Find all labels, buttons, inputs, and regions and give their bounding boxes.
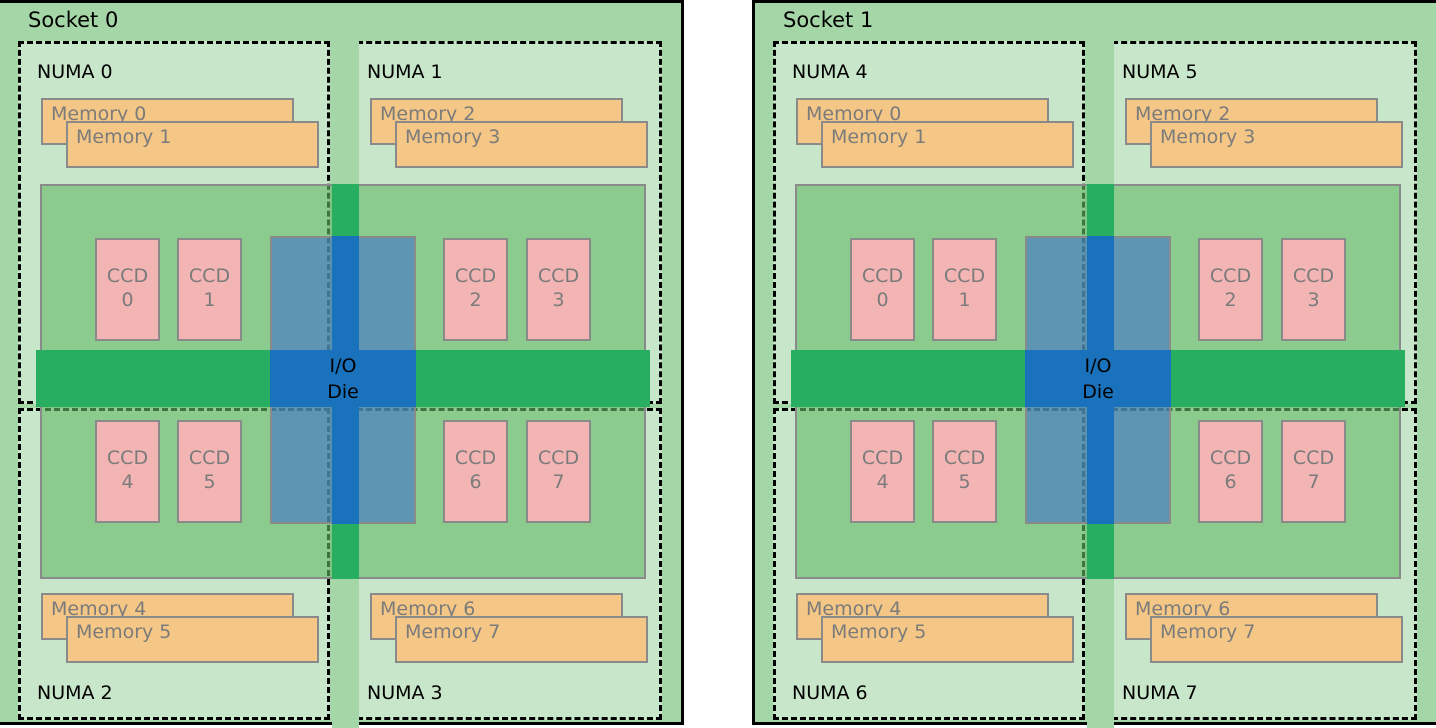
memory-module-1: Memory 1 xyxy=(66,121,319,168)
memory-module-5: Memory 5 xyxy=(821,616,1074,663)
numa-label-numa5: NUMA 5 xyxy=(1122,61,1198,83)
socket-1-package: NUMA 4 NUMA 5 NUMA 6 NUMA 7 Memory 0 Mem… xyxy=(752,0,1436,728)
numa-label-numa7: NUMA 7 xyxy=(1122,682,1198,704)
ccd-chiplet-5: CCD 5 xyxy=(177,420,242,523)
ccd-chiplet-2: CCD 2 xyxy=(1198,238,1263,341)
numa-topology-diagram: NUMA 0 NUMA 1 NUMA 2 NUMA 3 Memory 0 Mem… xyxy=(0,0,1436,728)
ccd-chiplet-1: CCD 1 xyxy=(177,238,242,341)
socket-label-0: Socket 0 xyxy=(28,8,119,32)
ccd-chiplet-7: CCD 7 xyxy=(1281,420,1346,523)
numa-label-numa3: NUMA 3 xyxy=(367,682,443,704)
memory-module-5: Memory 5 xyxy=(66,616,319,663)
ccd-chiplet-6: CCD 6 xyxy=(1198,420,1263,523)
memory-module-3: Memory 3 xyxy=(395,121,648,168)
ccd-chiplet-4: CCD 4 xyxy=(95,420,160,523)
numa-label-numa4: NUMA 4 xyxy=(792,61,868,83)
io-die-horizontal-link xyxy=(1025,350,1171,407)
ccd-chiplet-7: CCD 7 xyxy=(526,420,591,523)
memory-module-3: Memory 3 xyxy=(1150,121,1403,168)
numa-label-numa6: NUMA 6 xyxy=(792,682,868,704)
ccd-chiplet-1: CCD 1 xyxy=(932,238,997,341)
ccd-chiplet-0: CCD 0 xyxy=(95,238,160,341)
ccd-chiplet-2: CCD 2 xyxy=(443,238,508,341)
socket-label-1: Socket 1 xyxy=(783,8,874,32)
numa-label-numa0: NUMA 0 xyxy=(37,61,113,83)
socket-0-package: NUMA 0 NUMA 1 NUMA 2 NUMA 3 Memory 0 Mem… xyxy=(0,0,684,728)
memory-module-7: Memory 7 xyxy=(1150,616,1403,663)
ccd-chiplet-3: CCD 3 xyxy=(526,238,591,341)
numa-label-numa1: NUMA 1 xyxy=(367,61,443,83)
ccd-chiplet-4: CCD 4 xyxy=(850,420,915,523)
memory-module-7: Memory 7 xyxy=(395,616,648,663)
memory-module-1: Memory 1 xyxy=(821,121,1074,168)
ccd-chiplet-5: CCD 5 xyxy=(932,420,997,523)
ccd-chiplet-3: CCD 3 xyxy=(1281,238,1346,341)
numa-label-numa2: NUMA 2 xyxy=(37,682,113,704)
ccd-chiplet-6: CCD 6 xyxy=(443,420,508,523)
ccd-chiplet-0: CCD 0 xyxy=(850,238,915,341)
io-die-horizontal-link xyxy=(270,350,416,407)
